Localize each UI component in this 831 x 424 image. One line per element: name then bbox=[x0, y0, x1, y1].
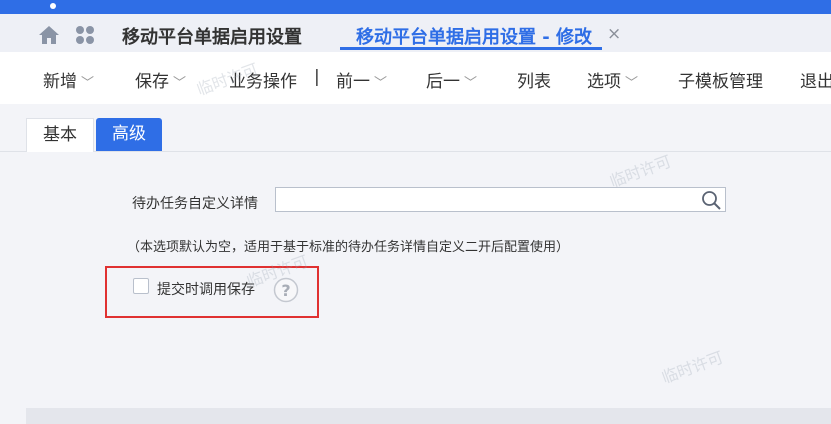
list-button[interactable]: 列表 bbox=[517, 67, 551, 92]
chevron-down-icon: ﹀ bbox=[173, 76, 187, 91]
help-note: （本选项默认为空，适用于基于标准的待办任务详情自定义二开后配置使用） bbox=[127, 240, 570, 255]
options-label: 选项 bbox=[587, 72, 621, 92]
exit-button[interactable]: 退出 bbox=[800, 67, 831, 92]
active-tab-underline bbox=[340, 47, 602, 50]
tab-basic[interactable]: 基本 bbox=[26, 118, 94, 152]
chevron-down-icon: ﹀ bbox=[374, 76, 388, 91]
sub-template-button[interactable]: 子模板管理 bbox=[678, 67, 763, 92]
watermark: 临时许可 bbox=[659, 347, 726, 388]
new-button[interactable]: 新增 ﹀ bbox=[43, 67, 94, 92]
chevron-down-icon: ﹀ bbox=[81, 76, 95, 91]
top-bar bbox=[0, 0, 831, 14]
tab-document-settings-edit[interactable]: 移动平台单据启用设置 - 修改 × bbox=[340, 14, 624, 52]
next-label: 后一 bbox=[426, 72, 460, 92]
search-icon[interactable] bbox=[700, 189, 722, 211]
toolbar-separator: | bbox=[314, 67, 320, 87]
sub-tab-bar: 基本 高级 bbox=[0, 104, 831, 152]
prev-label: 前一 bbox=[336, 72, 370, 92]
bottom-strip bbox=[26, 408, 831, 424]
new-label: 新增 bbox=[43, 72, 77, 92]
toolbar: 新增 ﹀ 保存 ﹀ 业务操作 | 前一 ﹀ 后一 ﹀ 列表 选项 ﹀ 子模板管理 退出 bbox=[0, 52, 831, 105]
save-label: 保存 bbox=[135, 72, 169, 92]
prev-button[interactable]: 前一 ﹀ bbox=[336, 67, 387, 92]
home-icon[interactable] bbox=[38, 25, 60, 45]
save-button[interactable]: 保存 ﹀ bbox=[135, 67, 186, 92]
close-icon[interactable]: × bbox=[607, 24, 621, 44]
watermark: 临时许可 bbox=[607, 151, 674, 192]
chevron-down-icon: ﹀ bbox=[464, 76, 478, 91]
tab-advanced[interactable]: 高级 bbox=[96, 118, 162, 151]
tab-bar: 移动平台单据启用设置 移动平台单据启用设置 - 修改 × bbox=[0, 14, 831, 52]
apps-icon[interactable] bbox=[74, 25, 96, 45]
todo-detail-input[interactable] bbox=[275, 187, 726, 212]
tab-label: 移动平台单据启用设置 - 修改 bbox=[356, 27, 593, 48]
tab-document-settings[interactable]: 移动平台单据启用设置 bbox=[122, 23, 302, 49]
chevron-down-icon: ﹀ bbox=[625, 76, 639, 91]
options-button[interactable]: 选项 ﹀ bbox=[587, 67, 638, 92]
todo-detail-label: 待办任务自定义详情 bbox=[132, 196, 258, 212]
indicator-dot bbox=[50, 3, 56, 9]
next-button[interactable]: 后一 ﹀ bbox=[426, 67, 477, 92]
